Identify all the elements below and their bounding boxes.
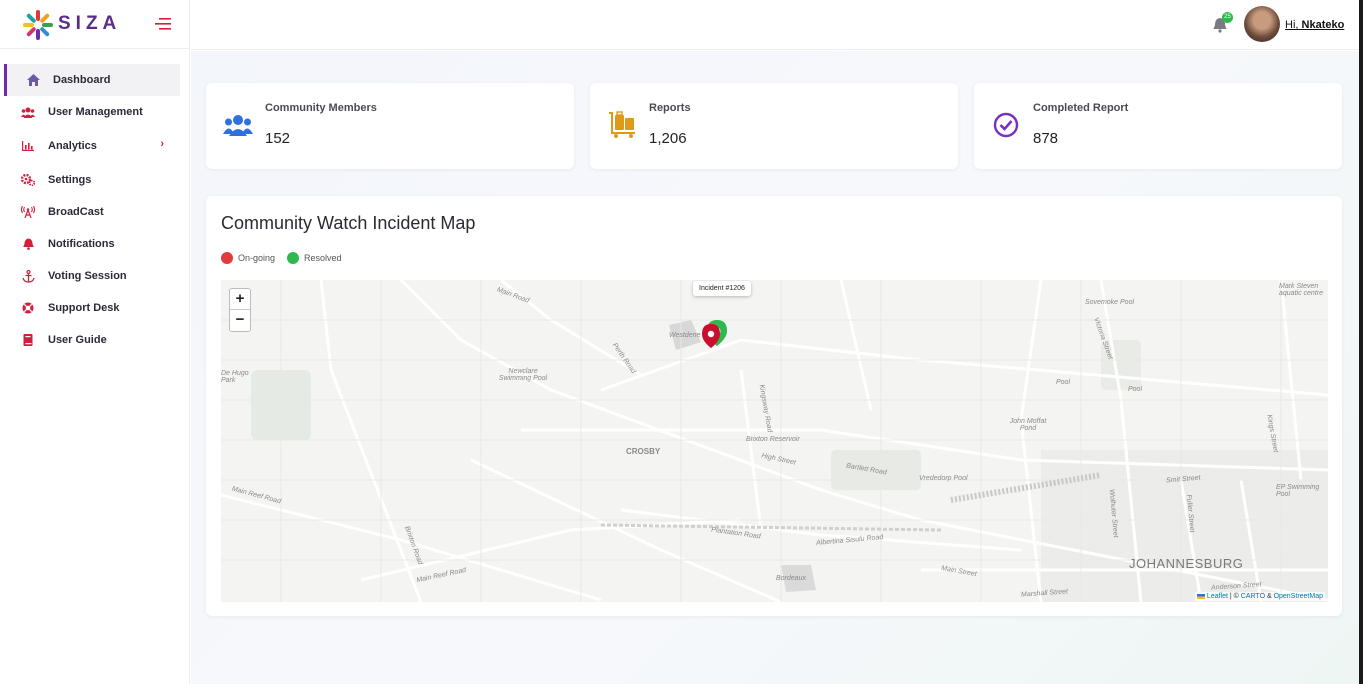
bell-icon <box>20 237 36 251</box>
map-label-suburb: Westdene <box>669 332 701 339</box>
incident-map-card: Community Watch Incident Map On-going Re… <box>206 196 1342 616</box>
stat-card-reports: Reports 1,206 <box>590 83 958 169</box>
sidebar-item-notifications[interactable]: Notifications <box>0 228 190 260</box>
user-avatar[interactable] <box>1244 6 1280 42</box>
map-title: Community Watch Incident Map <box>221 213 476 233</box>
leaflet-link[interactable]: Leaflet <box>1207 593 1228 600</box>
siza-logo-icon <box>23 10 53 40</box>
stat-card-completed-report: Completed Report 878 <box>974 83 1342 169</box>
attribution-separator: | © <box>1227 593 1241 600</box>
broadcast-tower-icon <box>20 205 36 219</box>
bar-chart-icon <box>20 139 36 153</box>
map-label-pool: John Moffat Pond <box>1009 418 1047 432</box>
chevron-right-icon: › <box>160 138 164 150</box>
resolved-dot-icon <box>287 252 300 264</box>
map-legend: On-going Resolved <box>221 252 354 264</box>
carto-link[interactable]: CARTO <box>1241 593 1265 600</box>
sidebar-item-analytics[interactable]: Analytics › <box>0 128 190 164</box>
logo-row: SIZA <box>0 0 190 49</box>
sidebar-item-label: Voting Session <box>48 270 127 282</box>
main-content: Community Members 152 Reports 1,206 Comp… <box>191 51 1363 684</box>
sidebar-nav: Dashboard User Management Analytics › Se… <box>0 64 190 356</box>
gears-icon <box>20 173 36 187</box>
map-label-pool: Sovemoke Pool <box>1085 299 1135 306</box>
sidebar-item-label: User Guide <box>48 334 107 346</box>
sidebar: SIZA Dashboard User Management Analytics… <box>0 0 190 684</box>
stat-card-community-members: Community Members 152 <box>206 83 574 169</box>
attribution-amp: & <box>1265 593 1274 600</box>
map-label-suburb: Bordeaux <box>776 575 806 582</box>
check-circle-icon <box>989 110 1023 140</box>
menu-toggle-icon[interactable] <box>153 17 171 31</box>
legend-label: On-going <box>238 253 276 263</box>
home-icon <box>25 73 41 87</box>
map-label-pool: EP Swimming Pool <box>1276 484 1320 498</box>
ongoing-dot-icon <box>221 252 233 264</box>
book-icon <box>20 333 36 347</box>
zoom-out-button[interactable]: − <box>230 310 250 331</box>
map-label-centre: Mark Steven aquatic centre <box>1279 283 1323 297</box>
users-icon <box>221 110 255 140</box>
stat-value: 152 <box>265 130 291 147</box>
sidebar-item-user-management[interactable]: User Management <box>0 96 190 128</box>
sidebar-item-label: Support Desk <box>48 302 120 314</box>
legend-item-resolved: Resolved <box>287 252 342 264</box>
lifebuoy-icon <box>20 301 36 315</box>
incident-map[interactable]: JOHANNESBURG CROSBY Newclare Swimming Po… <box>221 280 1328 602</box>
brand-name: SIZA <box>58 13 122 34</box>
sidebar-item-label: Analytics <box>48 140 97 152</box>
sidebar-item-broadcast[interactable]: BroadCast <box>0 196 190 228</box>
map-label-pool: Pool <box>1128 386 1143 393</box>
sidebar-item-voting-session[interactable]: Voting Session <box>0 260 190 292</box>
sidebar-item-user-guide[interactable]: User Guide <box>0 324 190 356</box>
map-label-city: JOHANNESBURG <box>1129 556 1244 571</box>
sidebar-item-support-desk[interactable]: Support Desk <box>0 292 190 324</box>
stat-value: 878 <box>1033 130 1059 147</box>
top-bar <box>191 0 1363 50</box>
stat-label: Completed Report <box>1033 102 1129 114</box>
sidebar-item-settings[interactable]: Settings <box>0 164 190 196</box>
users-icon <box>20 105 36 119</box>
stat-value: 1,206 <box>649 130 687 147</box>
legend-item-ongoing: On-going <box>221 252 275 264</box>
osm-link[interactable]: OpenStreetMap <box>1274 593 1323 600</box>
zoom-control: + − <box>229 288 251 332</box>
map-label-pool: Pool <box>1056 379 1071 386</box>
map-label-crosby: CROSBY <box>626 447 661 456</box>
window-edge <box>1359 0 1363 684</box>
sidebar-item-label: BroadCast <box>48 206 104 218</box>
zoom-in-button[interactable]: + <box>230 289 250 310</box>
sidebar-item-label: Dashboard <box>53 74 111 86</box>
map-label-pool: Newclare Swimming Pool <box>498 368 548 382</box>
sidebar-item-label: User Management <box>48 106 143 118</box>
greeting-prefix: Hi, <box>1285 19 1299 31</box>
map-label-reservoir: Brixton Reservoir <box>746 436 800 443</box>
user-name: Nkateko <box>1301 19 1345 31</box>
luggage-cart-icon <box>605 110 639 140</box>
legend-label: Resolved <box>304 253 342 263</box>
stat-label: Reports <box>649 102 691 114</box>
sidebar-item-dashboard[interactable]: Dashboard <box>4 64 180 96</box>
map-attribution: Leaflet | © CARTO & OpenStreetMap <box>1194 592 1325 601</box>
anchor-icon <box>20 269 36 283</box>
sidebar-item-label: Notifications <box>48 238 115 250</box>
incident-tooltip: Incident #1206 <box>693 281 751 296</box>
notification-badge: 25 <box>1222 12 1233 23</box>
stat-label: Community Members <box>265 102 377 114</box>
map-label-park: De Hugo Park <box>221 370 249 384</box>
sidebar-item-label: Settings <box>48 174 92 186</box>
map-label-pool: Vrededorp Pool <box>919 475 968 482</box>
ukraine-flag-icon <box>1196 593 1205 599</box>
user-greeting[interactable]: Hi, Nkateko <box>1285 19 1344 31</box>
